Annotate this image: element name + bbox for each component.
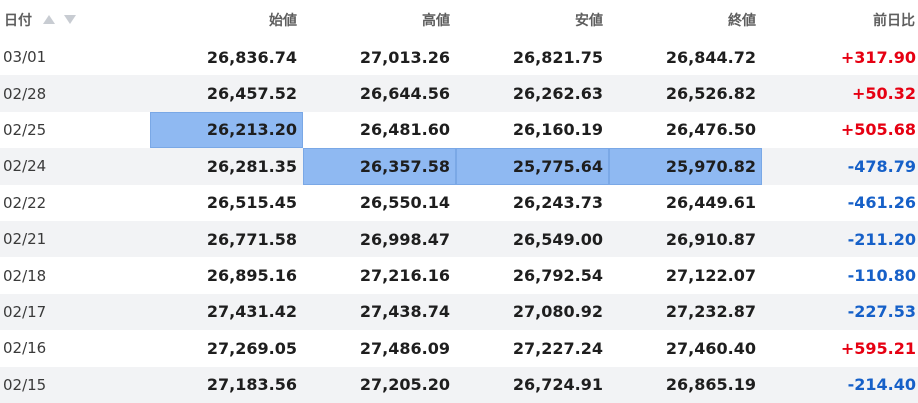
high-price-cell: 27,486.09 <box>303 330 456 367</box>
stock-price-table: 日付 始値 高値 安値 終値 前日比 03/01 26,836.74 27,013.… <box>0 0 918 403</box>
low-price-cell: 26,549.00 <box>456 220 609 258</box>
open-column-header: 始値 <box>150 0 303 39</box>
high-price-cell: 26,550.14 <box>303 184 456 221</box>
table-row: 02/28 26,457.52 26,644.56 26,262.63 26,526.8… <box>0 75 918 112</box>
low-price-cell: 26,821.75 <box>456 39 609 76</box>
date-column-header[interactable]: 日付 <box>0 0 150 39</box>
close-price-cell: 26,476.50 <box>609 111 762 149</box>
high-price-cell: 26,481.60 <box>303 111 456 149</box>
table-header-row: 日付 始値 高値 安値 終値 前日比 <box>0 0 918 39</box>
high-price-cell: 27,216.16 <box>303 257 456 294</box>
close-price-cell: 27,460.40 <box>609 330 762 367</box>
table-row: 02/22 26,515.45 26,550.14 26,243.73 26,449.6… <box>0 184 918 221</box>
change-cell: -211.20 <box>762 220 918 258</box>
high-price-cell: 26,644.56 <box>303 75 456 112</box>
high-column-header: 高値 <box>303 0 456 39</box>
close-price-cell: 26,865.19 <box>609 366 762 403</box>
low-price-cell: 27,227.24 <box>456 330 609 367</box>
change-cell: -478.79 <box>762 148 918 185</box>
sort-ascending-icon[interactable] <box>42 14 55 24</box>
open-price-cell: 26,281.35 <box>150 148 303 185</box>
date-cell: 02/28 <box>0 75 150 112</box>
table-row: 02/21 26,771.58 26,998.47 26,549.00 26,910.8… <box>0 220 918 258</box>
table-row: 02/15 27,183.56 27,205.20 26,724.91 26,865.1… <box>0 366 918 403</box>
open-price-cell: 26,895.16 <box>150 257 303 294</box>
date-cell: 02/15 <box>0 366 150 403</box>
sort-controls <box>42 12 80 28</box>
open-price-cell: 27,183.56 <box>150 366 303 403</box>
open-price-cell: 26,457.52 <box>150 75 303 112</box>
change-cell: -461.26 <box>762 184 918 221</box>
date-cell: 02/21 <box>0 220 150 258</box>
close-price-cell: 26,449.61 <box>609 184 762 221</box>
high-price-cell: 27,013.26 <box>303 39 456 76</box>
low-price-cell: 26,724.91 <box>456 366 609 403</box>
table-row: 02/16 27,269.05 27,486.09 27,227.24 27,460.4… <box>0 330 918 367</box>
high-price-cell: 26,357.58 <box>303 148 456 185</box>
close-price-cell: 27,122.07 <box>609 257 762 294</box>
low-price-cell: 26,160.19 <box>456 111 609 149</box>
high-price-cell: 27,438.74 <box>303 293 456 331</box>
change-cell: -110.80 <box>762 257 918 294</box>
low-price-cell: 27,080.92 <box>456 293 609 331</box>
table-row: 02/24 26,281.35 26,357.58 25,775.64 25,970.8… <box>0 148 918 185</box>
close-price-cell: 26,910.87 <box>609 220 762 258</box>
change-cell: +595.21 <box>762 330 918 367</box>
open-price-cell: 27,431.42 <box>150 293 303 331</box>
date-cell: 03/01 <box>0 39 150 76</box>
low-price-cell: 26,262.63 <box>456 75 609 112</box>
date-header-label: 日付 <box>4 12 32 29</box>
close-price-cell: 25,970.82 <box>609 148 762 185</box>
high-price-cell: 26,998.47 <box>303 220 456 258</box>
low-price-cell: 25,775.64 <box>456 148 609 185</box>
table-row: 03/01 26,836.74 27,013.26 26,821.75 26,844.7… <box>0 39 918 76</box>
table-body: 03/01 26,836.74 27,013.26 26,821.75 26,844.7… <box>0 39 918 403</box>
low-price-cell: 26,243.73 <box>456 184 609 221</box>
table-row: 02/17 27,431.42 27,438.74 27,080.92 27,232.8… <box>0 293 918 331</box>
change-column-header: 前日比 <box>762 0 918 39</box>
low-price-cell: 26,792.54 <box>456 257 609 294</box>
date-cell: 02/22 <box>0 184 150 221</box>
table-row: 02/18 26,895.16 27,216.16 26,792.54 27,122.0… <box>0 257 918 294</box>
change-cell: +50.32 <box>762 75 918 112</box>
table-row: 02/25 26,213.20 26,481.60 26,160.19 26,476.5… <box>0 111 918 149</box>
close-price-cell: 27,232.87 <box>609 293 762 331</box>
sort-descending-icon[interactable] <box>63 14 76 24</box>
change-cell: +317.90 <box>762 39 918 76</box>
open-price-cell: 26,771.58 <box>150 220 303 258</box>
date-cell: 02/25 <box>0 111 150 149</box>
close-column-header: 終値 <box>609 0 762 39</box>
open-price-cell: 26,515.45 <box>150 184 303 221</box>
close-price-cell: 26,526.82 <box>609 75 762 112</box>
change-cell: +505.68 <box>762 111 918 149</box>
open-price-cell: 26,213.20 <box>150 111 303 149</box>
date-cell: 02/24 <box>0 148 150 185</box>
high-price-cell: 27,205.20 <box>303 366 456 403</box>
change-cell: -227.53 <box>762 293 918 331</box>
low-column-header: 安値 <box>456 0 609 39</box>
open-price-cell: 26,836.74 <box>150 39 303 76</box>
date-cell: 02/17 <box>0 293 150 331</box>
date-cell: 02/18 <box>0 257 150 294</box>
change-cell: -214.40 <box>762 366 918 403</box>
open-price-cell: 27,269.05 <box>150 330 303 367</box>
close-price-cell: 26,844.72 <box>609 39 762 76</box>
date-cell: 02/16 <box>0 330 150 367</box>
